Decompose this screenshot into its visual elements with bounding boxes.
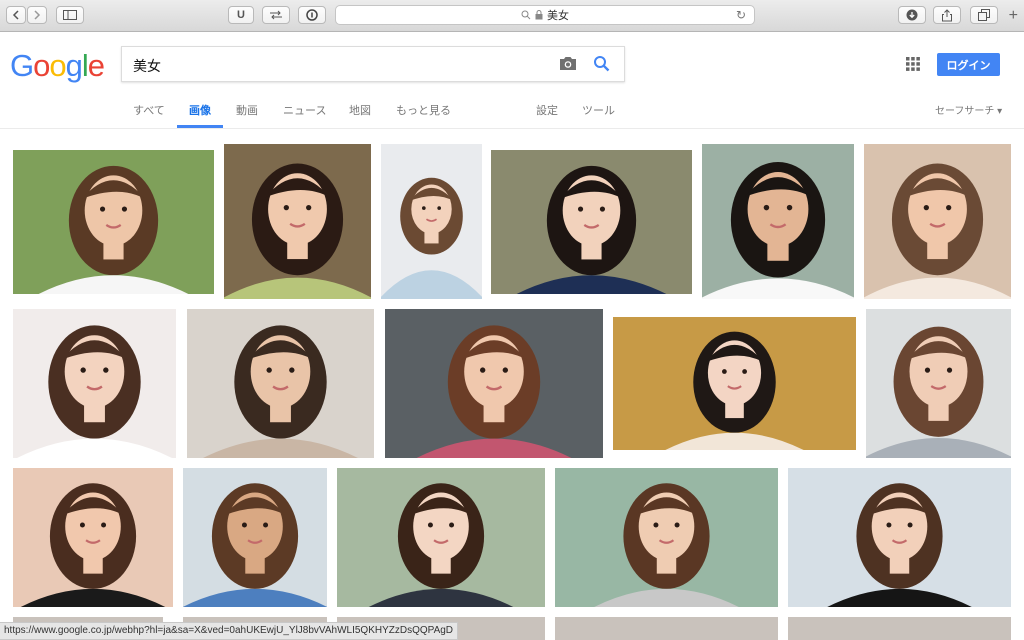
search-tabs: すべて 画像 動画 ニュース 地図 もっと見る 設定 ツール xyxy=(0,102,1024,128)
sidebar-button[interactable] xyxy=(56,6,84,24)
search-query: 美女 xyxy=(133,58,161,74)
portrait-image xyxy=(13,468,173,607)
logo-letter: o xyxy=(49,48,66,83)
extension-button[interactable] xyxy=(262,6,290,24)
info-circle-icon xyxy=(306,9,318,21)
image-thumbnail[interactable] xyxy=(13,468,173,607)
search-icon[interactable] xyxy=(593,55,611,73)
portrait-image xyxy=(337,468,545,607)
image-thumbnail[interactable] xyxy=(183,468,327,607)
downloads-button[interactable] xyxy=(898,6,926,24)
image-thumbnail[interactable] xyxy=(864,144,1011,299)
back-button[interactable] xyxy=(6,6,26,24)
tab-videos[interactable]: 動画 xyxy=(236,102,258,118)
image-thumbnail[interactable] xyxy=(613,317,856,450)
browser-toolbar: U 美女 ↻ + xyxy=(0,0,1024,32)
portrait-image xyxy=(491,150,692,294)
portrait-image xyxy=(788,468,1011,607)
portrait-image xyxy=(613,317,856,450)
logo-letter: e xyxy=(87,48,105,83)
portrait-image xyxy=(385,309,603,458)
chevron-right-icon xyxy=(34,10,41,20)
search-input[interactable]: 美女 xyxy=(121,46,625,82)
share-button[interactable] xyxy=(933,6,961,24)
tab-all[interactable]: すべて xyxy=(133,102,165,118)
image-thumbnail[interactable] xyxy=(788,617,1011,640)
image-thumbnail[interactable] xyxy=(555,617,778,640)
image-thumbnail[interactable] xyxy=(555,468,778,607)
header-divider xyxy=(0,128,1024,129)
google-logo[interactable]: Google xyxy=(10,48,105,84)
arrows-icon xyxy=(270,10,282,20)
camera-icon[interactable] xyxy=(559,55,577,71)
image-thumbnail[interactable] xyxy=(224,144,371,299)
tab-news[interactable]: ニュース xyxy=(283,102,326,118)
extension-u-label: U xyxy=(237,9,245,21)
reload-icon[interactable]: ↻ xyxy=(736,8,746,22)
safe-search-dropdown[interactable]: セーフサーチ ▾ xyxy=(935,102,1002,117)
extension-u-button[interactable]: U xyxy=(228,6,254,24)
tab-more[interactable]: もっと見る xyxy=(396,102,451,118)
image-thumbnail[interactable] xyxy=(187,309,374,458)
portrait-image xyxy=(864,144,1011,299)
portrait-image xyxy=(13,150,214,294)
address-bar[interactable]: 美女 ↻ xyxy=(335,5,755,25)
image-thumbnail[interactable] xyxy=(866,309,1011,458)
tabs-button[interactable] xyxy=(970,6,998,24)
portrait-image xyxy=(702,144,854,299)
tabs-icon xyxy=(978,9,990,21)
download-icon xyxy=(906,9,918,21)
lock-icon xyxy=(535,10,543,20)
portrait-image xyxy=(13,309,176,458)
login-button[interactable]: ログイン xyxy=(937,53,1000,76)
tab-tools[interactable]: ツール xyxy=(582,102,615,118)
chevron-left-icon xyxy=(12,10,19,20)
image-thumbnail[interactable] xyxy=(788,468,1011,607)
portrait-image xyxy=(183,468,327,607)
sidebar-icon xyxy=(63,10,77,20)
info-button[interactable] xyxy=(298,6,326,24)
image-thumbnail[interactable] xyxy=(13,150,214,294)
portrait-image xyxy=(224,144,371,299)
portrait-image xyxy=(555,468,778,607)
address-text: 美女 xyxy=(547,10,569,22)
status-bar-url: https://www.google.co.jp/webhp?hl=ja&sa=… xyxy=(0,622,459,640)
image-thumbnail[interactable] xyxy=(702,144,854,299)
image-thumbnail[interactable] xyxy=(491,150,692,294)
forward-button[interactable] xyxy=(27,6,47,24)
portrait-image xyxy=(187,309,374,458)
search-icon xyxy=(521,10,531,20)
portrait-image xyxy=(381,144,482,299)
apps-grid-icon[interactable] xyxy=(906,57,920,71)
image-thumbnail[interactable] xyxy=(385,309,603,458)
logo-letter: o xyxy=(33,48,50,83)
share-icon xyxy=(942,8,952,21)
portrait-image xyxy=(866,309,1011,458)
image-thumbnail[interactable] xyxy=(13,309,176,458)
logo-letter: g xyxy=(65,48,83,83)
tab-maps[interactable]: 地図 xyxy=(349,102,371,118)
tab-settings[interactable]: 設定 xyxy=(536,102,558,118)
new-tab-icon[interactable]: + xyxy=(1009,7,1018,25)
image-thumbnail[interactable] xyxy=(381,144,482,299)
tab-images[interactable]: 画像 xyxy=(189,102,211,118)
image-thumbnail[interactable] xyxy=(337,468,545,607)
logo-letter: G xyxy=(10,48,34,83)
